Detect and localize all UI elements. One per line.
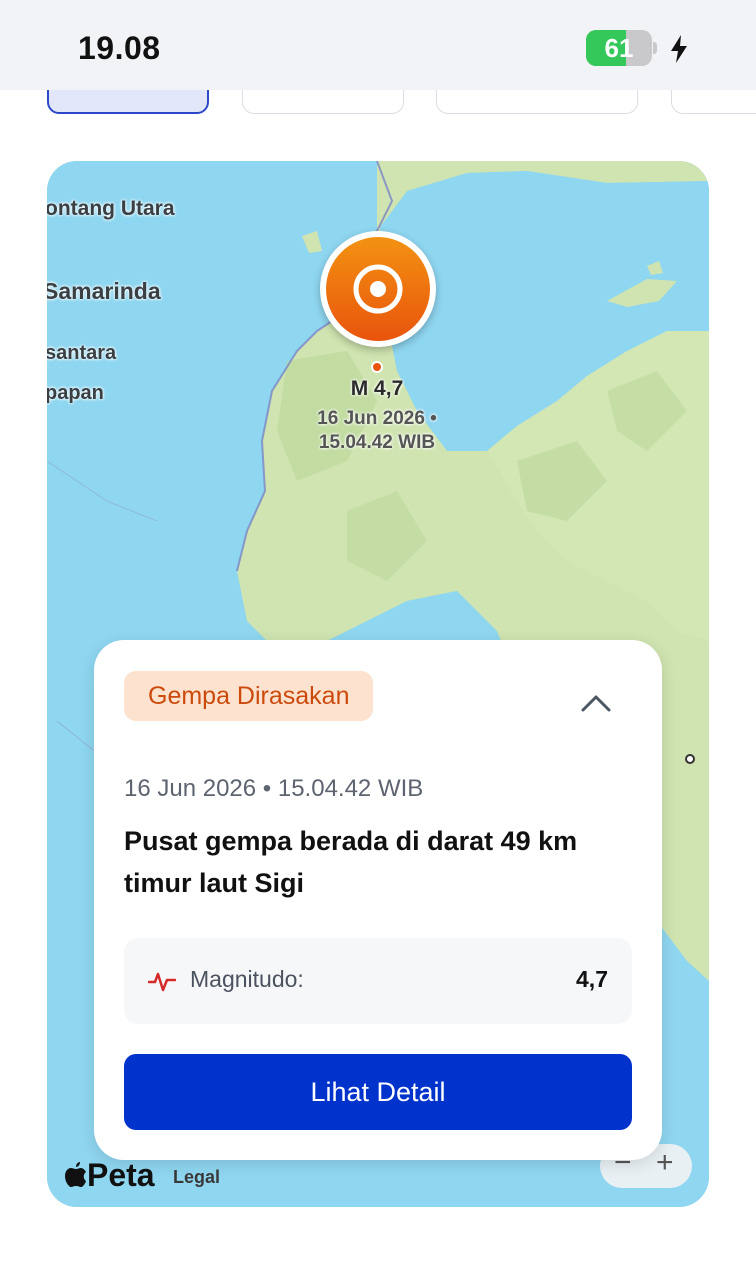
map-label-bontang: ontang Utara	[47, 197, 175, 220]
status-time: 19.08	[78, 30, 161, 66]
quake-time-label: 16 Jun 2026 • 15.04.42 WIB	[317, 408, 437, 453]
apple-logo-icon	[65, 1162, 86, 1187]
view-detail-button[interactable]: Lihat Detail	[124, 1054, 632, 1130]
status-bar: 19.08 61	[0, 0, 756, 90]
filter-chip-2[interactable]	[242, 90, 404, 114]
filter-chip-4[interactable]	[671, 90, 756, 114]
quake-datetime: 16 Jun 2026 • 15.04.42 WIB	[124, 775, 424, 802]
epicenter-target-icon	[353, 264, 403, 314]
filter-chip-1[interactable]	[47, 90, 209, 114]
epicenter-dot	[371, 361, 383, 373]
magnitude-value: 4,7	[576, 966, 608, 992]
zoom-in-button[interactable]: +	[656, 1146, 674, 1180]
chevron-up-icon[interactable]	[580, 690, 612, 714]
charging-bolt-icon	[671, 35, 687, 63]
magnitude-row: Magnitudo: 4,7	[124, 938, 632, 1024]
quake-magnitude-label: M 4,7	[350, 377, 404, 400]
quake-headline: Pusat gempa berada di darat 49 km timur …	[124, 826, 578, 898]
battery-indicator: 61	[586, 30, 657, 66]
quake-epicenter-pin[interactable]	[320, 231, 436, 347]
maps-attribution: Peta	[65, 1157, 155, 1194]
filter-chip-row	[0, 90, 756, 116]
quake-info-card: Gempa Dirasakan 16 Jun 2026 • 15.04.42 W…	[94, 640, 662, 1160]
map-label-balikpapan: papan	[47, 382, 104, 404]
magnitude-label: Magnitudo:	[190, 966, 304, 992]
map-label-samarinda: Samarinda	[47, 278, 161, 304]
felt-quake-badge: Gempa Dirasakan	[124, 671, 374, 721]
pulse-icon	[148, 972, 176, 992]
battery-level: 61	[604, 33, 634, 63]
legal-link[interactable]: Legal	[173, 1167, 220, 1188]
map-label-nusantara: santara	[47, 342, 117, 364]
filter-chip-3[interactable]	[436, 90, 638, 114]
